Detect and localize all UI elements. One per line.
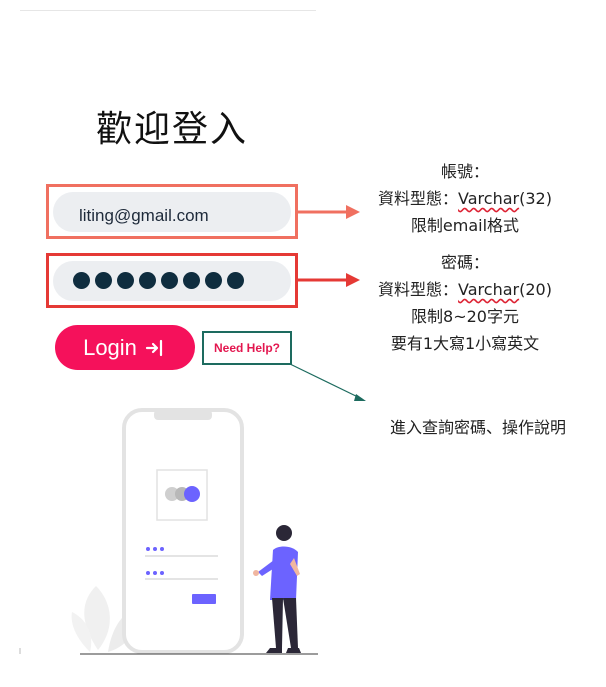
person-shoe [286, 648, 301, 653]
person-shoe [266, 648, 282, 653]
password-note: 密碼： 資料型態：Varchar(20) 限制8~20字元 要有1大寫1小寫英文 [358, 249, 572, 357]
password-note-line3: 限制8~20字元 [411, 307, 519, 326]
phone-card-circle [184, 486, 200, 502]
help-note-line1: 進入查詢密碼、操作說明 [389, 418, 566, 437]
phone-side-button [240, 465, 244, 493]
phone-notch [154, 410, 212, 420]
account-note-line3: 限制email格式 [410, 216, 520, 235]
help-arrow-head [354, 394, 366, 401]
password-note-line2: 資料型態：Varchar(20) [378, 280, 552, 299]
help-arrow-line [289, 363, 363, 400]
person-leg [272, 598, 283, 648]
phone-outline [122, 408, 244, 654]
password-note-line1: 密碼： [440, 253, 489, 272]
help-note: 進入查詢密碼、操作說明 [360, 414, 596, 441]
person-head [276, 525, 292, 541]
person-hand [253, 570, 259, 576]
person-leg [283, 598, 298, 648]
account-note: 帳號： 資料型態：Varchar(32) 限制email格式 [358, 158, 572, 239]
password-note-line4: 要有1大寫1小寫英文 [390, 334, 540, 353]
account-note-line2: 資料型態：Varchar(32) [378, 189, 552, 208]
phone-submit-button [192, 594, 216, 604]
account-note-line1: 帳號： [440, 162, 489, 181]
person-shirt [270, 546, 298, 600]
